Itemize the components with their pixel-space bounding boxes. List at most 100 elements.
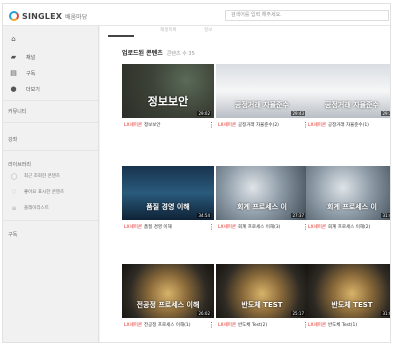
thumbnail-title: 공정거래 자율준수 <box>235 101 289 109</box>
video-title: 회계 프로세스 이해(3) <box>238 225 281 230</box>
uploader-name: LX세미콘 <box>124 225 143 230</box>
channel-tabs: 재생목록 정보 <box>100 26 390 38</box>
video-title: 반도체 Test(1) <box>328 323 358 328</box>
brand-name: SINGLEX <box>22 11 63 21</box>
video-title: 반도체 Test(2) <box>238 323 268 328</box>
active-tab-indicator <box>108 35 134 37</box>
top-bar: SINGLEX 배움마당 검색어를 입력 해주세요. <box>3 4 390 26</box>
uploader-name: LX세미콘 <box>308 123 327 128</box>
thumbnail-title: 반도체 TEST <box>241 301 283 309</box>
library-item-label: 좋아요 표시한 콘텐츠 <box>24 190 65 195</box>
heart-icon: ♡ <box>11 188 17 196</box>
divider <box>3 122 98 123</box>
thumbnail-title: 정보보안 <box>147 95 189 108</box>
video-duration: 29:02 <box>197 111 211 116</box>
video-thumbnail[interactable]: 회계 프로세스 이 31:43 <box>306 166 390 220</box>
video-meta[interactable]: LX세미콘 품질 경영 이해 <box>124 224 172 230</box>
video-meta[interactable]: LX세미콘 반도체 Test(2) <box>218 322 267 328</box>
thumbnail-title: 전공정 프로세스 이해 <box>136 301 200 309</box>
subscribe-icon: ▤ <box>10 69 17 77</box>
video-title: 정보보안 <box>144 123 161 128</box>
video-title: 품질 경영 이해 <box>144 225 172 230</box>
video-meta[interactable]: LX세미콘 회계 프로세스 이해(3) <box>218 224 280 230</box>
sidebar-item-label: 채널 <box>26 54 36 61</box>
channel-icon: ▰ <box>10 53 17 61</box>
section-library: 라이브러리 <box>8 162 32 168</box>
uploader-name: LX세미콘 <box>218 225 237 230</box>
uploader-name: LX세미콘 <box>308 323 327 328</box>
video-thumbnail[interactable]: 품질 경영 이해 34:54 <box>122 166 214 220</box>
video-duration: 29:43 <box>291 111 305 116</box>
divider <box>3 150 98 151</box>
tab-playlists[interactable]: 재생목록 <box>160 27 177 33</box>
video-thumbnail[interactable]: 전공정 프로세스 이해 26:02 <box>122 264 214 318</box>
video-meta[interactable]: LX세미콘 정보보안 <box>124 122 161 128</box>
video-title: 공정거래 자율준수(2) <box>238 123 279 128</box>
video-duration: 27:37 <box>291 213 305 218</box>
library-item-playlist[interactable]: ≡ 플레이리스트 <box>10 203 49 213</box>
more-options-icon[interactable]: ⋮ <box>208 121 215 129</box>
video-meta[interactable]: LX세미콘 회계 프로세스 이해(2) <box>308 224 370 230</box>
uploader-name: LX세미콘 <box>308 225 327 230</box>
video-title: 전공정 프로세스 이해(1) <box>144 323 191 328</box>
singlex-logo-icon <box>9 11 19 21</box>
library-item-liked[interactable]: ♡ 좋아요 표시한 콘텐츠 <box>10 187 64 197</box>
thumbnail-title: 품질 경영 이해 <box>146 203 190 211</box>
library-item-recent[interactable]: ◯ 최근 조회한 콘텐츠 <box>10 171 60 181</box>
video-thumbnail[interactable]: 공정거래 자율준수 29:43 <box>216 64 308 118</box>
content-count: 콘텐츠 수 35 <box>166 51 195 57</box>
thumbnail-title: 회계 프로세스 이 <box>237 203 287 211</box>
video-thumbnail[interactable]: 반도체 TEST 25:17 <box>216 264 308 318</box>
sidebar-item-more[interactable]: ● 더보기 <box>9 84 40 94</box>
sidebar-item-channel[interactable]: ▰ 채널 <box>9 52 35 62</box>
main-content: 재생목록 정보 업로드된 콘텐츠 콘텐츠 수 35 정보보안 29:02 LX세미콘… <box>100 26 390 342</box>
uploader-name: LX세미콘 <box>124 323 143 328</box>
video-meta[interactable]: LX세미콘 전공정 프로세스 이해(1) <box>124 322 191 328</box>
library-item-label: 플레이리스트 <box>24 206 49 211</box>
video-duration: 31:01 <box>381 311 390 316</box>
video-duration: 34:54 <box>197 213 211 218</box>
sidebar-item-home[interactable]: ⌂ <box>9 34 26 44</box>
thumbnail-title: 반도체 TEST <box>331 301 373 309</box>
sidebar: ⌂ ▰ 채널 ▤ 구독 ● 더보기 커뮤니티 강좌 라이브러리 ◯ 최근 조회한… <box>3 26 99 342</box>
user-icon: ● <box>10 85 17 93</box>
section-heading: 업로드된 콘텐츠 콘텐츠 수 35 <box>122 48 195 57</box>
sidebar-item-label: 구독 <box>26 70 36 77</box>
divider <box>3 220 98 221</box>
video-thumbnail[interactable]: 반도체 TEST 31:01 <box>306 264 390 318</box>
section-community[interactable]: 커뮤니티 <box>8 108 26 115</box>
video-title: 공정거래 자율준수(1) <box>328 123 369 128</box>
video-duration: 29:32 <box>381 111 390 116</box>
video-meta[interactable]: LX세미콘 반도체 Test(1) <box>308 322 357 328</box>
uploader-name: LX세미콘 <box>124 123 143 128</box>
section-title: 업로드된 콘텐츠 <box>122 50 163 57</box>
search-input[interactable]: 검색어를 입력 해주세요. <box>225 10 389 21</box>
playlist-icon: ≡ <box>11 204 17 212</box>
section-subscribe[interactable]: 구독 <box>8 231 17 238</box>
sidebar-item-subscribe[interactable]: ▤ 구독 <box>9 68 35 78</box>
video-duration: 25:17 <box>291 311 305 316</box>
more-options-icon[interactable]: ⋮ <box>208 223 215 231</box>
section-learning[interactable]: 강좌 <box>8 136 17 143</box>
home-icon: ⌂ <box>11 35 16 43</box>
video-meta[interactable]: LX세미콘 공정거래 자율준수(1) <box>308 122 369 128</box>
thumbnail-title: 공정거래 자율준수 <box>325 101 379 109</box>
video-meta[interactable]: LX세미콘 공정거래 자율준수(2) <box>218 122 279 128</box>
sidebar-item-label: 더보기 <box>26 86 40 93</box>
brand-subtitle: 배움마당 <box>65 13 88 21</box>
more-options-icon[interactable]: ⋮ <box>208 321 215 329</box>
uploader-name: LX세미콘 <box>218 323 237 328</box>
thumbnail-title: 회계 프로세스 이 <box>327 203 377 211</box>
video-thumbnail[interactable]: 정보보안 29:02 <box>122 64 214 118</box>
library-item-label: 최근 조회한 콘텐츠 <box>24 174 60 179</box>
tab-info[interactable]: 정보 <box>204 27 212 33</box>
app-window: SINGLEX 배움마당 검색어를 입력 해주세요. ⌂ ▰ 채널 ▤ 구독 ●… <box>2 3 391 343</box>
history-icon: ◯ <box>10 172 18 180</box>
brand-logo[interactable]: SINGLEX 배움마당 <box>9 10 87 22</box>
video-duration: 26:02 <box>197 311 211 316</box>
divider <box>3 100 98 101</box>
video-thumbnail[interactable]: 공정거래 자율준수29:32 <box>306 64 390 118</box>
video-title: 회계 프로세스 이해(2) <box>328 225 371 230</box>
video-thumbnail[interactable]: 회계 프로세스 이 27:37 <box>216 166 308 220</box>
uploader-name: LX세미콘 <box>218 123 237 128</box>
